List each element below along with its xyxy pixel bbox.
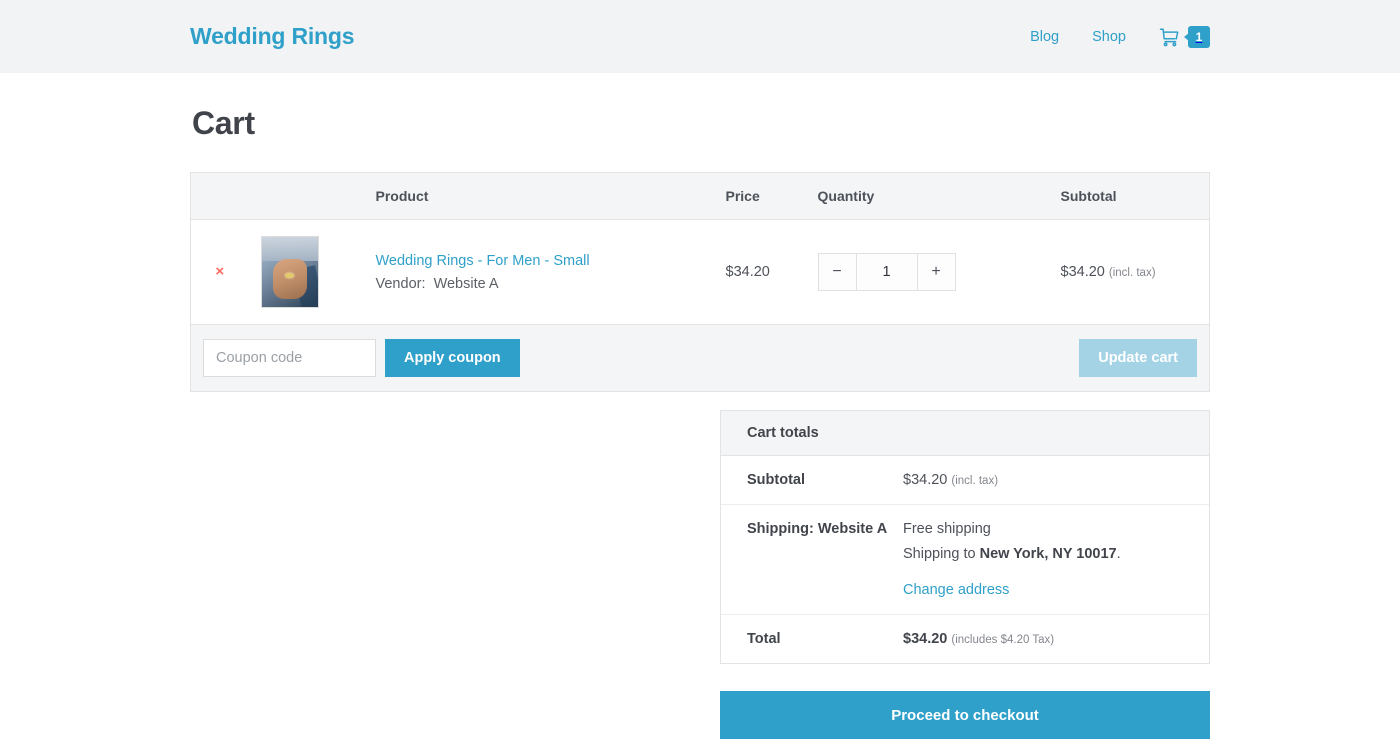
column-header-quantity: Quantity xyxy=(806,173,1049,220)
cart-totals-column: Cart totals Subtotal $34.20 (incl. tax) … xyxy=(720,410,1210,739)
total-tax-note: (includes $4.20 Tax) xyxy=(951,634,1054,646)
column-header-thumbnail xyxy=(249,173,364,220)
quantity-decrease-button[interactable]: − xyxy=(819,254,857,290)
column-header-price: Price xyxy=(714,173,806,220)
coupon-code-input[interactable] xyxy=(203,339,376,377)
shopping-cart-icon xyxy=(1159,27,1181,47)
shipping-details-cell: Free shipping Shipping to New York, NY 1… xyxy=(903,505,1209,615)
total-row: Total $34.20 (includes $4.20 Tax) xyxy=(721,615,1209,664)
column-header-remove xyxy=(191,173,249,220)
quantity-input[interactable] xyxy=(857,254,917,290)
shipping-to-prefix: Shipping to xyxy=(903,546,980,562)
shipping-method: Free shipping xyxy=(903,521,1183,537)
shipping-label: Shipping: Website A xyxy=(721,505,903,615)
coupon-group: Apply coupon xyxy=(203,339,520,377)
vendor-label: Vendor: xyxy=(376,276,426,292)
site-header: Wedding Rings Blog Shop 1 xyxy=(0,0,1400,73)
change-address-link[interactable]: Change address xyxy=(903,582,1009,598)
cart-table-body: × Wedding Rings - For Men - Small Vendor… xyxy=(191,220,1210,392)
page-content: Cart Product Price Quantity Subtotal × xyxy=(190,73,1210,739)
nav-link-shop[interactable]: Shop xyxy=(1092,29,1126,45)
shipping-to-address: New York, NY 10017 xyxy=(980,546,1117,562)
vendor-value: Website A xyxy=(434,276,499,292)
product-vendor: Vendor: Website A xyxy=(376,276,702,292)
total-value-cell: $34.20 (includes $4.20 Tax) xyxy=(903,615,1209,664)
product-subtotal-cell: $34.20 (incl. tax) xyxy=(1049,220,1210,325)
cart-items-table: Product Price Quantity Subtotal × xyxy=(190,172,1210,392)
coupon-actions-row: Apply coupon Update cart xyxy=(191,325,1210,392)
site-brand-logo[interactable]: Wedding Rings xyxy=(190,23,354,50)
nav-link-blog[interactable]: Blog xyxy=(1030,29,1059,45)
total-label: Total xyxy=(721,615,903,664)
table-row: × Wedding Rings - For Men - Small Vendor… xyxy=(191,220,1210,325)
column-header-subtotal: Subtotal xyxy=(1049,173,1210,220)
product-thumbnail-cell xyxy=(249,220,364,325)
shipping-destination: Shipping to New York, NY 10017. xyxy=(903,546,1183,562)
subtotal-value-cell: $34.20 (incl. tax) xyxy=(903,456,1209,505)
update-cart-button[interactable]: Update cart xyxy=(1079,339,1197,377)
cart-totals-heading: Cart totals xyxy=(721,411,1209,456)
total-amount: $34.20 xyxy=(903,631,947,647)
cart-table-header-row: Product Price Quantity Subtotal xyxy=(191,173,1210,220)
column-header-product: Product xyxy=(364,173,714,220)
shipping-to-suffix: . xyxy=(1117,546,1121,562)
coupon-actions-cell: Apply coupon Update cart xyxy=(191,325,1210,392)
product-name-link[interactable]: Wedding Rings - For Men - Small xyxy=(376,253,702,269)
product-info-cell: Wedding Rings - For Men - Small Vendor: … xyxy=(364,220,714,325)
product-subtotal-amount: $34.20 xyxy=(1061,264,1105,280)
product-thumbnail-image[interactable] xyxy=(261,236,319,308)
cart-link[interactable]: 1 xyxy=(1159,26,1210,48)
coupon-bar: Apply coupon Update cart xyxy=(203,339,1197,377)
cart-totals-area: Cart totals Subtotal $34.20 (incl. tax) … xyxy=(190,410,1210,739)
shipping-row: Shipping: Website A Free shipping Shippi… xyxy=(721,505,1209,615)
subtotal-row: Subtotal $34.20 (incl. tax) xyxy=(721,456,1209,505)
remove-item-icon[interactable]: × xyxy=(215,264,224,279)
remove-item-cell: × xyxy=(191,220,249,325)
cart-totals-panel: Cart totals Subtotal $34.20 (incl. tax) … xyxy=(720,410,1210,664)
subtotal-tax-note: (incl. tax) xyxy=(951,475,998,487)
quantity-stepper: − + xyxy=(818,253,956,291)
main-navigation: Blog Shop 1 xyxy=(1030,26,1210,48)
cart-count-badge: 1 xyxy=(1188,26,1210,48)
header-inner: Wedding Rings Blog Shop 1 xyxy=(190,23,1210,50)
cart-table-header: Product Price Quantity Subtotal xyxy=(191,173,1210,220)
product-subtotal-tax-note: (incl. tax) xyxy=(1109,267,1156,279)
subtotal-label: Subtotal xyxy=(721,456,903,505)
quantity-increase-button[interactable]: + xyxy=(917,254,955,290)
subtotal-amount: $34.20 xyxy=(903,472,947,488)
proceed-to-checkout-button[interactable]: Proceed to checkout xyxy=(720,691,1210,739)
apply-coupon-button[interactable]: Apply coupon xyxy=(385,339,520,377)
cart-totals-table: Subtotal $34.20 (incl. tax) Shipping: We… xyxy=(721,456,1209,663)
quantity-cell: − + xyxy=(806,220,1049,325)
product-price: $34.20 xyxy=(714,220,806,325)
page-title: Cart xyxy=(192,105,1210,142)
